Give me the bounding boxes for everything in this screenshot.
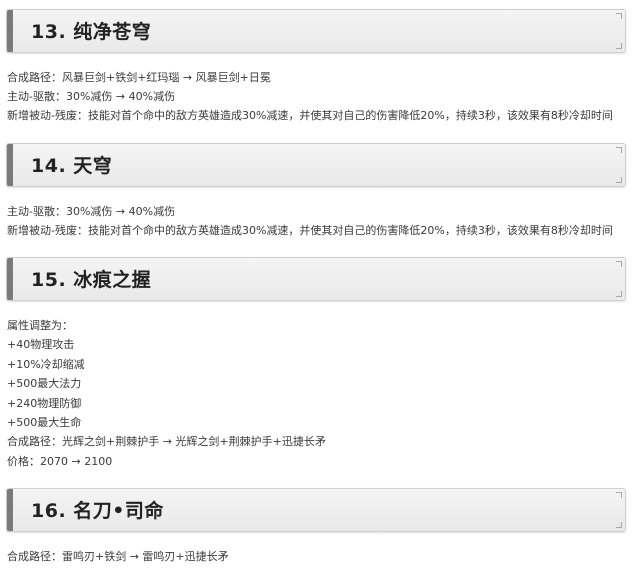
header-accent-bar	[7, 489, 13, 531]
header-corner-ornament	[616, 492, 622, 498]
section-header-14: 14. 天穹	[6, 143, 626, 187]
header-accent-bar	[7, 258, 13, 300]
section-title: 14. 天穹	[31, 155, 113, 177]
header-accent-bar	[7, 10, 13, 52]
header-corner-ornament	[616, 291, 622, 297]
stats-heading: 属性调整为：	[7, 319, 73, 332]
stat-line: +10%冷却缩减	[7, 358, 85, 371]
section-title: 13. 纯净苍穹	[31, 21, 152, 43]
stat-line: +500最大生命	[7, 416, 82, 429]
header-corner-ornament	[616, 147, 622, 153]
header-corner-ornament	[616, 13, 622, 19]
section-title: 16. 名刀•司命	[31, 500, 164, 522]
passive-text: 新增被动-残废：技能对首个命中的敌方英雄造成30%减速，并使其对自己的伤害降低2…	[7, 109, 613, 122]
header-corner-ornament	[616, 43, 622, 49]
recipe-text: 合成路径：雷鸣刃+铁剑 → 雷鸣刃+迅捷长矛	[7, 550, 229, 563]
stat-line: +40物理攻击	[7, 338, 75, 351]
section-title: 15. 冰痕之握	[31, 269, 152, 291]
header-accent-bar	[7, 144, 13, 186]
section-header-16: 16. 名刀•司命	[6, 488, 626, 532]
active-text: 主动-驱散：30%减伤 → 40%减伤	[7, 90, 176, 103]
passive-text: 新增被动-残废：技能对首个命中的敌方英雄造成30%减速，并使其对自己的伤害降低2…	[7, 224, 613, 237]
section-header-13: 13. 纯净苍穹	[6, 9, 626, 53]
recipe-text: 合成路径：风暴巨剑+铁剑+红玛瑙 → 风暴巨剑+日冕	[7, 71, 271, 84]
price-text: 价格：2070 → 2100	[7, 455, 113, 468]
header-corner-ornament	[616, 177, 622, 183]
header-corner-ornament	[616, 261, 622, 267]
header-corner-ornament	[616, 522, 622, 528]
recipe-text: 合成路径：光辉之剑+荆棘护手 → 光辉之剑+荆棘护手+迅捷长矛	[7, 435, 326, 448]
stat-line: +240物理防御	[7, 397, 82, 410]
stat-line: +500最大法力	[7, 377, 82, 390]
active-text: 主动-驱散：30%减伤 → 40%减伤	[7, 205, 176, 218]
section-header-15: 15. 冰痕之握	[6, 257, 626, 301]
